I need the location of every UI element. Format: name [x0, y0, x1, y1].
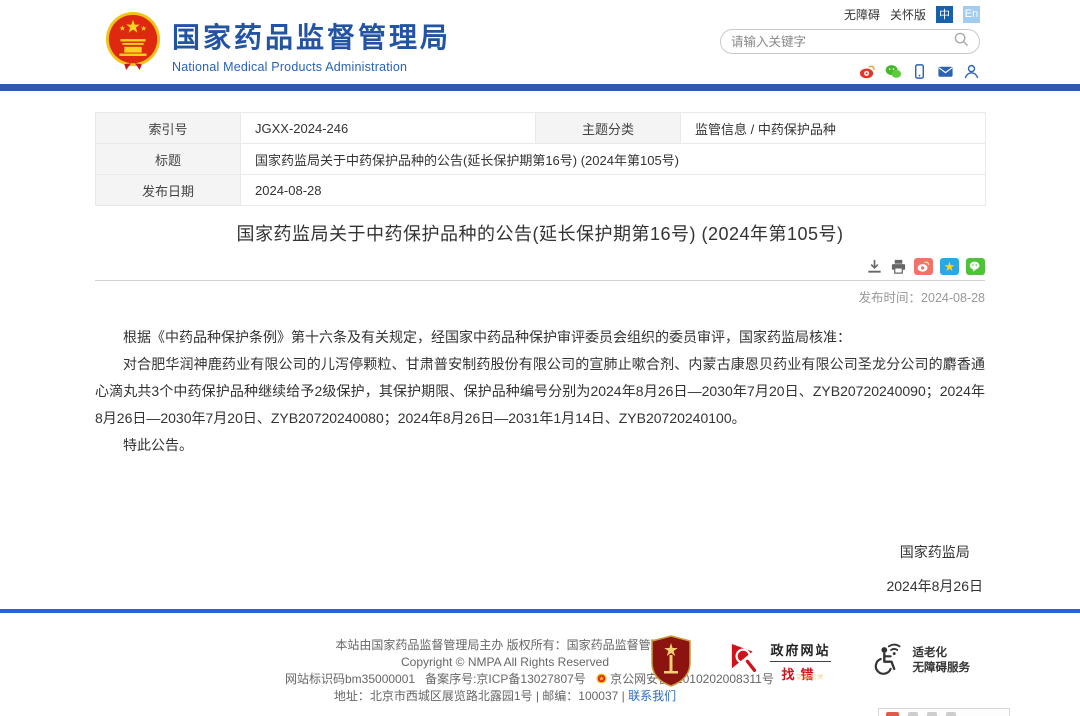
- title-separator: [95, 280, 985, 281]
- index-value: JGXX-2024-246: [241, 113, 536, 144]
- document-meta-table: 索引号 JGXX-2024-246 主题分类 监管信息 / 中药保护品种 标题 …: [95, 112, 986, 206]
- title-value: 国家药监局关于中药保护品种的公告(延长保护期第16号) (2024年第105号): [241, 144, 986, 175]
- article-body: 根据《中药品种保护条例》第十六条及有关规定，经国家中药品种保护审评委员会组织的委…: [95, 324, 985, 459]
- date-label: 发布日期: [96, 175, 241, 206]
- topic-value: 监管信息 / 中药保护品种: [681, 113, 986, 144]
- footer-icp-number: 备案序号:京ICP备13027807号: [425, 672, 586, 686]
- search-box[interactable]: [720, 29, 980, 54]
- site-title-block: 国家药品监督管理局 National Medical Products Admi…: [172, 16, 451, 74]
- user-icon[interactable]: [963, 63, 980, 80]
- footer-badges: 党政机关 政府网站 找错: [650, 635, 970, 687]
- print-icon[interactable]: [890, 258, 907, 275]
- site-name-en: National Medical Products Administration: [172, 60, 451, 74]
- share-qzone-icon[interactable]: ★: [940, 258, 959, 275]
- weibo-icon[interactable]: [859, 63, 876, 80]
- search-icon[interactable]: [954, 32, 969, 52]
- download-icon[interactable]: [866, 258, 883, 275]
- search-input[interactable]: [731, 35, 954, 49]
- gov-agency-badge[interactable]: 党政机关: [650, 635, 692, 687]
- gov-website-label: 政府网站: [770, 640, 830, 662]
- nmpa-emblem-logo: [104, 9, 162, 71]
- widget-red-icon[interactable]: [886, 712, 899, 716]
- floating-toolbar-partial[interactable]: [878, 708, 1010, 716]
- site-name: 国家药品监督管理局: [172, 16, 451, 56]
- mobile-icon[interactable]: [911, 63, 928, 80]
- share-wechat-icon[interactable]: [966, 258, 985, 275]
- elderly-label: 适老化: [913, 646, 971, 661]
- page-title: 国家药监局关于中药保护品种的公告(延长保护期第16号) (2024年第105号): [95, 220, 985, 246]
- share-weibo-icon[interactable]: [914, 258, 933, 275]
- gov-badge-label: 党政机关: [650, 672, 970, 681]
- widget-gray-icon[interactable]: [908, 712, 918, 716]
- paragraph: 对合肥华润神鹿药业有限公司的儿泻停颗粒、甘肃普安制药股份有限公司的宣肺止嗽合剂、…: [95, 351, 985, 432]
- article-tools: ★: [95, 257, 985, 275]
- table-row: 索引号 JGXX-2024-246 主题分类 监管信息 / 中药保护品种: [96, 113, 986, 144]
- publish-time: 发布时间：2024-08-28: [95, 287, 985, 306]
- index-label: 索引号: [96, 113, 241, 144]
- signature-date: 2024年8月26日: [886, 576, 983, 596]
- date-value: 2024-08-28: [241, 175, 986, 206]
- contact-us-link[interactable]: 联系我们: [628, 689, 676, 703]
- lang-toggle-en[interactable]: En: [963, 6, 980, 23]
- site-footer: 本站由国家药品监督管理局主办 版权所有：国家药品监督管理局 Copyright …: [0, 609, 1080, 716]
- signature-org: 国家药监局: [886, 542, 983, 562]
- wechat-icon[interactable]: [885, 63, 902, 80]
- table-row: 发布日期 2024-08-28: [96, 175, 986, 206]
- footer-site-code: 网站标识码bm35000001: [285, 672, 415, 686]
- widget-gray-icon[interactable]: [946, 712, 956, 716]
- title-label: 标题: [96, 144, 241, 175]
- mail-icon[interactable]: [937, 63, 954, 80]
- signature-block: 国家药监局 2024年8月26日: [886, 542, 983, 596]
- topic-label: 主题分类: [536, 113, 681, 144]
- lang-toggle-zh[interactable]: 中: [936, 6, 953, 23]
- paragraph: 根据《中药品种保护条例》第十六条及有关规定，经国家中药品种保护审评委员会组织的委…: [95, 324, 985, 351]
- footer-address: 地址：北京市西城区展览路北露园1号 | 邮编：100037 |: [334, 689, 625, 703]
- accessibility-link[interactable]: 无障碍: [844, 6, 880, 23]
- care-version-link[interactable]: 关怀版: [890, 6, 926, 23]
- paragraph: 特此公告。: [95, 432, 985, 459]
- table-row: 标题 国家药监局关于中药保护品种的公告(延长保护期第16号) (2024年第10…: [96, 144, 986, 175]
- widget-gray-icon[interactable]: [927, 712, 937, 716]
- public-security-badge-icon: [596, 672, 607, 683]
- footer-address-line: 地址：北京市西城区展览路北露园1号 | 邮编：100037 | 联系我们: [285, 688, 725, 705]
- content-area: 索引号 JGXX-2024-246 主题分类 监管信息 / 中药保护品种 标题 …: [95, 112, 985, 630]
- header-divider-bar: [0, 84, 1080, 91]
- site-header: 国家药品监督管理局 National Medical Products Admi…: [0, 0, 1080, 84]
